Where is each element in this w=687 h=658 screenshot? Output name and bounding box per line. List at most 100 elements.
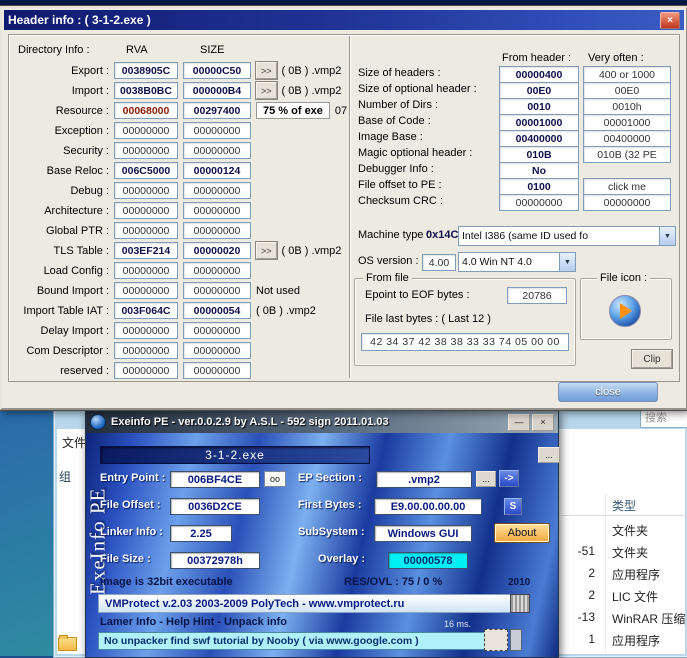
rva-field[interactable]: 003F064C [114,302,178,319]
rva-field[interactable]: 00068000 [114,102,178,119]
file-offset-field[interactable]: 0036D2CE [170,498,260,515]
chevron-down-icon[interactable]: ▼ [659,227,675,245]
size-field[interactable]: 00000000 [183,262,251,279]
from-header-field[interactable]: 010B [499,146,579,163]
from-header-field[interactable]: 00E0 [499,82,579,99]
entry-point-field[interactable]: 006BF4CE [170,471,260,488]
row-label: reserved : [60,364,109,377]
os-version-dropdown[interactable]: 4.0 Win NT 4.0 ▼ [458,252,576,272]
goto-section-button[interactable]: >> [255,241,278,260]
hex-view-button[interactable]: S [504,498,522,515]
from-header-field[interactable]: 00400000 [499,130,579,147]
size-field[interactable]: 00000000 [183,322,251,339]
last-bytes-field[interactable]: 42 34 37 42 38 38 33 33 74 05 00 00 [361,333,569,351]
header-info-titlebar[interactable]: Header info : ( 3-1-2.exe ) × [4,10,684,30]
rva-field[interactable]: 00000000 [114,202,178,219]
clip-button[interactable]: Clip [631,349,673,369]
from-header-field[interactable]: 0010 [499,98,579,115]
size-field[interactable]: 00000000 [183,182,251,199]
header-field-row: Debugger Info : No [358,162,674,179]
epoint-value-field[interactable]: 20786 [507,287,567,304]
size-field[interactable]: 00297400 [183,102,251,119]
list-item[interactable]: 文件夹 [561,522,687,540]
close-button[interactable]: × [660,11,680,29]
size-field[interactable]: 00000C50 [183,62,251,79]
very-often-field[interactable]: 00E0 [583,82,671,99]
browse-file-button[interactable]: ... [538,447,560,463]
list-item[interactable]: -13 WinRAR 压缩 [561,610,687,628]
explorer-organize-button[interactable]: 组 [59,468,71,485]
list-item[interactable]: 1 应用程序 [561,632,687,650]
goto-section-button[interactable]: >> [255,61,278,80]
size-field[interactable]: 000000B4 [183,82,251,99]
rva-field[interactable]: 0038B0BC [114,82,178,99]
scanner-result-field[interactable]: VMProtect v.2.03 2003-2009 PolyTech - ww… [98,594,516,613]
rva-field[interactable]: 00000000 [114,362,178,379]
size-field[interactable]: 00000000 [183,282,251,299]
first-bytes-field[interactable]: E9.00.00.00.00 [374,498,482,515]
scanner-icon[interactable] [510,594,530,613]
size-field[interactable]: 00000124 [183,162,251,179]
rva-field[interactable]: 0038905C [114,62,178,79]
very-often-field[interactable]: 00400000 [583,130,671,147]
click-me-button[interactable]: click me [583,178,671,195]
size-field[interactable]: 00000054 [183,302,251,319]
size-field[interactable]: 00000000 [183,342,251,359]
section-viewer-button[interactable]: ... [476,471,496,487]
rva-field[interactable]: 00000000 [114,282,178,299]
from-header-field[interactable]: 00001000 [499,114,579,131]
rip-button[interactable] [484,629,508,651]
about-button[interactable]: About [494,523,550,543]
size-field[interactable]: 00000020 [183,242,251,259]
size-field[interactable]: 00000000 [183,122,251,139]
header-field-row: Size of optional header : 00E0 00E0 [358,82,674,99]
filename-field[interactable]: 3-1-2.exe [100,446,370,464]
grip-button[interactable] [510,629,522,651]
exeinfo-titlebar[interactable]: Exeinfo PE - ver.0.0.2.9 by A.S.L - 592 … [86,411,558,433]
ep-section-field[interactable]: .vmp2 [376,471,472,488]
rva-field[interactable]: 00000000 [114,182,178,199]
size-field[interactable]: 00000000 [183,362,251,379]
file-size-field[interactable]: 00372978h [170,552,260,569]
resource-extra: 07 [334,104,348,117]
goto-section-button[interactable]: >> [255,81,278,100]
from-header-field[interactable]: 0100 [499,178,579,195]
subsystem-field[interactable]: Windows GUI [374,525,472,542]
plugin-button[interactable]: oo [264,471,286,487]
close-dialog-button[interactable]: close [558,382,658,402]
from-header-field[interactable]: 00000000 [499,194,579,211]
rva-field[interactable]: 00000000 [114,122,178,139]
very-often-field[interactable]: 00001000 [583,114,671,131]
very-often-field[interactable]: 400 or 1000 [583,66,671,83]
column-header-type[interactable]: 类型 [612,497,636,514]
column-header-divider [561,515,687,516]
machine-type-dropdown[interactable]: Intel I386 (same ID used fo ▼ [458,226,676,246]
explorer-menu-file[interactable]: 文件 [62,434,86,451]
list-item[interactable]: 2 应用程序 [561,566,687,584]
list-item[interactable]: 2 LIC 文件 [561,588,687,606]
list-item[interactable]: -51 文件夹 [561,544,687,562]
close-button[interactable]: × [532,413,554,431]
rva-field[interactable]: 00000000 [114,322,178,339]
very-often-field[interactable]: 010B (32 PE [583,146,671,163]
rva-field[interactable]: 00000000 [114,142,178,159]
overlay-field[interactable]: 00000578 [388,552,468,569]
unpack-info-field[interactable]: No unpacker find swf tutorial by Nooby (… [98,632,488,650]
from-header-field[interactable]: 00000400 [499,66,579,83]
very-often-field[interactable]: 0010h [583,98,671,115]
size-field[interactable]: 00000000 [183,202,251,219]
minimize-button[interactable]: — [508,413,530,431]
rva-field[interactable]: 003EF214 [114,242,178,259]
goto-ep-button[interactable]: -> [499,470,519,487]
very-often-field[interactable]: 00000000 [583,194,671,211]
rva-field[interactable]: 006C5000 [114,162,178,179]
rva-field[interactable]: 00000000 [114,222,178,239]
linker-field[interactable]: 2.25 [170,525,232,542]
rva-field[interactable]: 00000000 [114,342,178,359]
rva-field[interactable]: 00000000 [114,262,178,279]
chevron-down-icon[interactable]: ▼ [559,253,575,271]
from-header-field[interactable]: No [499,162,579,179]
size-field[interactable]: 00000000 [183,142,251,159]
os-version-value[interactable]: 4.00 [422,254,456,271]
size-field[interactable]: 00000000 [183,222,251,239]
